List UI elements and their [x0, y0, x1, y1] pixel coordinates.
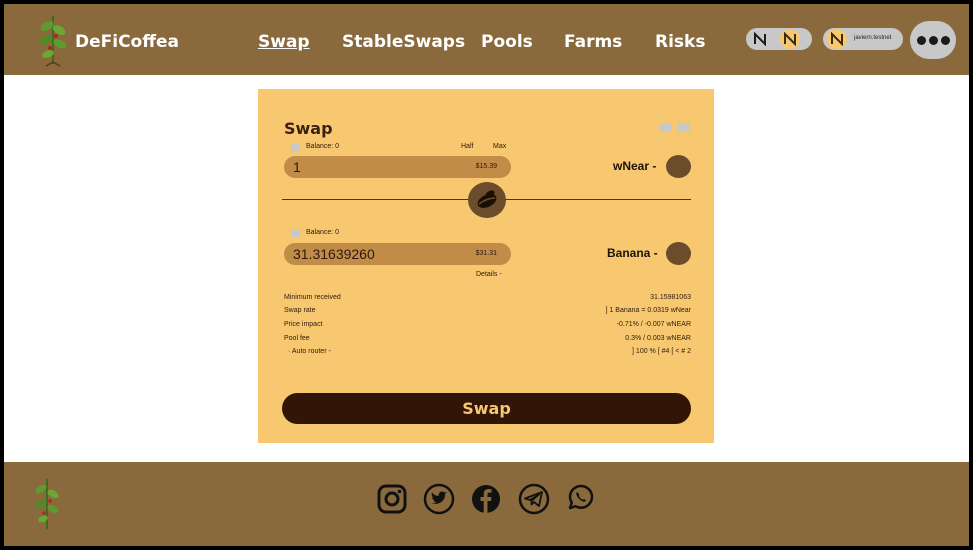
dot-icon — [940, 35, 950, 45]
near-token-icon — [780, 29, 800, 49]
max-button[interactable]: Max — [493, 143, 506, 150]
dot-icon — [916, 35, 926, 45]
from-usd-value: $15.39 — [475, 163, 497, 170]
detail-label: Price impact — [284, 321, 323, 328]
detail-value: 31.15981063 — [650, 294, 691, 301]
dot-icon — [928, 35, 938, 45]
details-toggle[interactable]: Details - — [476, 271, 502, 278]
detail-value: ] 1 Banana = 0.0319 wNear — [605, 307, 691, 314]
near-logo-icon — [750, 29, 770, 49]
swap-card: Swap Balance: 0 Half Max 1 $15.39 wNear … — [258, 89, 714, 443]
detail-label: Swap rate — [284, 307, 316, 314]
from-amount-input[interactable]: 1 $15.39 — [284, 156, 511, 178]
account-button[interactable]: javiern.testnet — [823, 28, 903, 50]
brand-name[interactable]: DeFiCoffea — [75, 32, 179, 52]
app-frame: DeFiCoffea Swap StableSwaps Pools Farms … — [4, 4, 969, 546]
to-token-selector[interactable]: Banana - — [607, 246, 658, 260]
to-usd-value: $31.31 — [475, 250, 497, 257]
instagram-icon[interactable] — [376, 483, 408, 515]
whatsapp-icon[interactable] — [565, 481, 597, 513]
coffee-bean-icon — [477, 190, 497, 208]
nav-swap[interactable]: Swap — [258, 32, 310, 52]
nav-farms[interactable]: Farms — [564, 32, 622, 52]
switch-tokens-button[interactable] — [468, 182, 506, 218]
refresh-icon[interactable] — [678, 123, 690, 132]
detail-value: 0.3% / 0.003 wNEAR — [625, 335, 691, 342]
swap-button[interactable]: Swap — [282, 393, 691, 424]
coffee-plant-logo[interactable] — [32, 475, 62, 533]
telegram-icon[interactable] — [518, 483, 550, 515]
from-balance-icon — [291, 144, 300, 151]
from-amount-value: 1 — [293, 159, 301, 175]
network-selector[interactable] — [746, 28, 812, 50]
to-balance: Balance: 0 — [306, 229, 340, 236]
from-token-selector[interactable]: wNear - — [613, 159, 656, 173]
nav-stableswaps[interactable]: StableSwaps — [342, 32, 465, 52]
to-balance-icon — [291, 230, 300, 237]
coffee-plant-logo[interactable] — [36, 12, 70, 68]
to-amount-value: 31.31639260 — [293, 246, 375, 262]
facebook-icon[interactable] — [470, 483, 502, 515]
near-account-icon — [827, 29, 847, 49]
account-name: javiern.testnet — [854, 35, 892, 41]
detail-value: ] 100 % [ #4 [ < # 2 — [632, 348, 691, 355]
to-amount-input[interactable]: 31.31639260 $31.31 — [284, 243, 511, 265]
nav-pools[interactable]: Pools — [481, 32, 533, 52]
top-header: DeFiCoffea Swap StableSwaps Pools Farms … — [4, 4, 969, 75]
half-button[interactable]: Half — [461, 143, 473, 150]
to-token-icon[interactable] — [666, 242, 691, 265]
from-token-icon[interactable] — [666, 155, 691, 178]
footer — [4, 462, 969, 546]
detail-value: -0.71% / -0.007 wNEAR — [616, 321, 691, 328]
nav-risks[interactable]: Risks — [655, 32, 705, 52]
swap-title: Swap — [284, 119, 333, 138]
detail-label: Pool fee — [284, 335, 310, 342]
more-menu-button[interactable] — [910, 21, 956, 59]
detail-label: Minimum received — [284, 294, 341, 301]
settings-icon[interactable] — [660, 123, 672, 132]
auto-router-toggle[interactable]: · Auto router - — [288, 348, 331, 355]
from-balance: Balance: 0 — [306, 143, 340, 150]
twitter-icon[interactable] — [423, 483, 455, 515]
